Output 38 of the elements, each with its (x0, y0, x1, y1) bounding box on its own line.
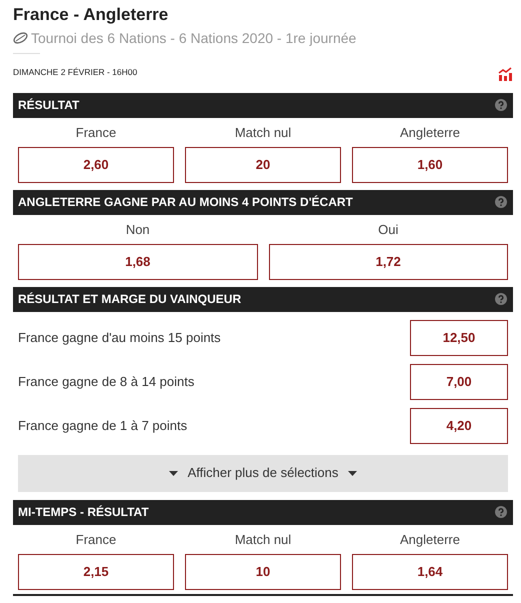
odds-button[interactable]: 1,68 (18, 244, 258, 280)
stats-chart-icon[interactable] (498, 66, 513, 81)
market-title: MI-TEMPS - RÉSULTAT (18, 504, 149, 521)
outcome-label: France gagne de 1 à 7 points (18, 416, 188, 435)
market-title: RÉSULTAT ET MARGE DU VAINQUEUR (18, 291, 242, 308)
rugby-ball-icon (13, 32, 28, 44)
odds-button[interactable]: 1,60 (352, 146, 508, 182)
odds-button[interactable]: 2,15 (18, 554, 174, 590)
odds-button[interactable]: 1,64 (352, 554, 508, 590)
outcome-label: Angleterre (399, 532, 461, 548)
odds-button[interactable]: 12,50 (410, 320, 508, 356)
odds-button[interactable]: 2,60 (18, 146, 174, 182)
caret-down-icon (348, 470, 358, 476)
outcome-label: Oui (377, 222, 400, 238)
help-icon[interactable] (495, 196, 507, 208)
outcome-label: Angleterre (399, 124, 461, 140)
outcome-label: Non (124, 222, 151, 238)
outcome-label: France (74, 532, 118, 548)
match-title: France - Angleterre (13, 4, 170, 26)
competition-name: Tournoi des 6 Nations - 6 Nations 2020 - 1re journée (31, 29, 356, 48)
match-date: DIMANCHE 2 FÉVRIER - 16H00 (13, 66, 138, 80)
odds-button[interactable]: 10 (185, 554, 341, 590)
show-more-button[interactable]: Afficher plus de sélections (18, 454, 508, 492)
outcome-label: Match nul (234, 124, 292, 140)
odds-button[interactable]: 4,20 (410, 408, 508, 444)
outcome-label: France (74, 124, 118, 140)
odds-button[interactable]: 1,72 (268, 244, 508, 280)
outcome-label: Match nul (234, 532, 292, 548)
help-icon[interactable] (495, 293, 507, 305)
help-icon[interactable] (495, 99, 507, 111)
caret-down-icon (168, 470, 178, 476)
market-title: RÉSULTAT (18, 97, 80, 114)
odds-button[interactable]: 20 (185, 146, 341, 182)
odds-button[interactable]: 7,00 (410, 364, 508, 400)
market-title: ANGLETERRE GAGNE PAR AU MOINS 4 POINTS D'ÉCART (18, 194, 353, 211)
help-icon[interactable] (495, 506, 507, 518)
outcome-label: France gagne d'au moins 15 points (18, 328, 221, 347)
outcome-label: France gagne de 8 à 14 points (18, 372, 194, 391)
